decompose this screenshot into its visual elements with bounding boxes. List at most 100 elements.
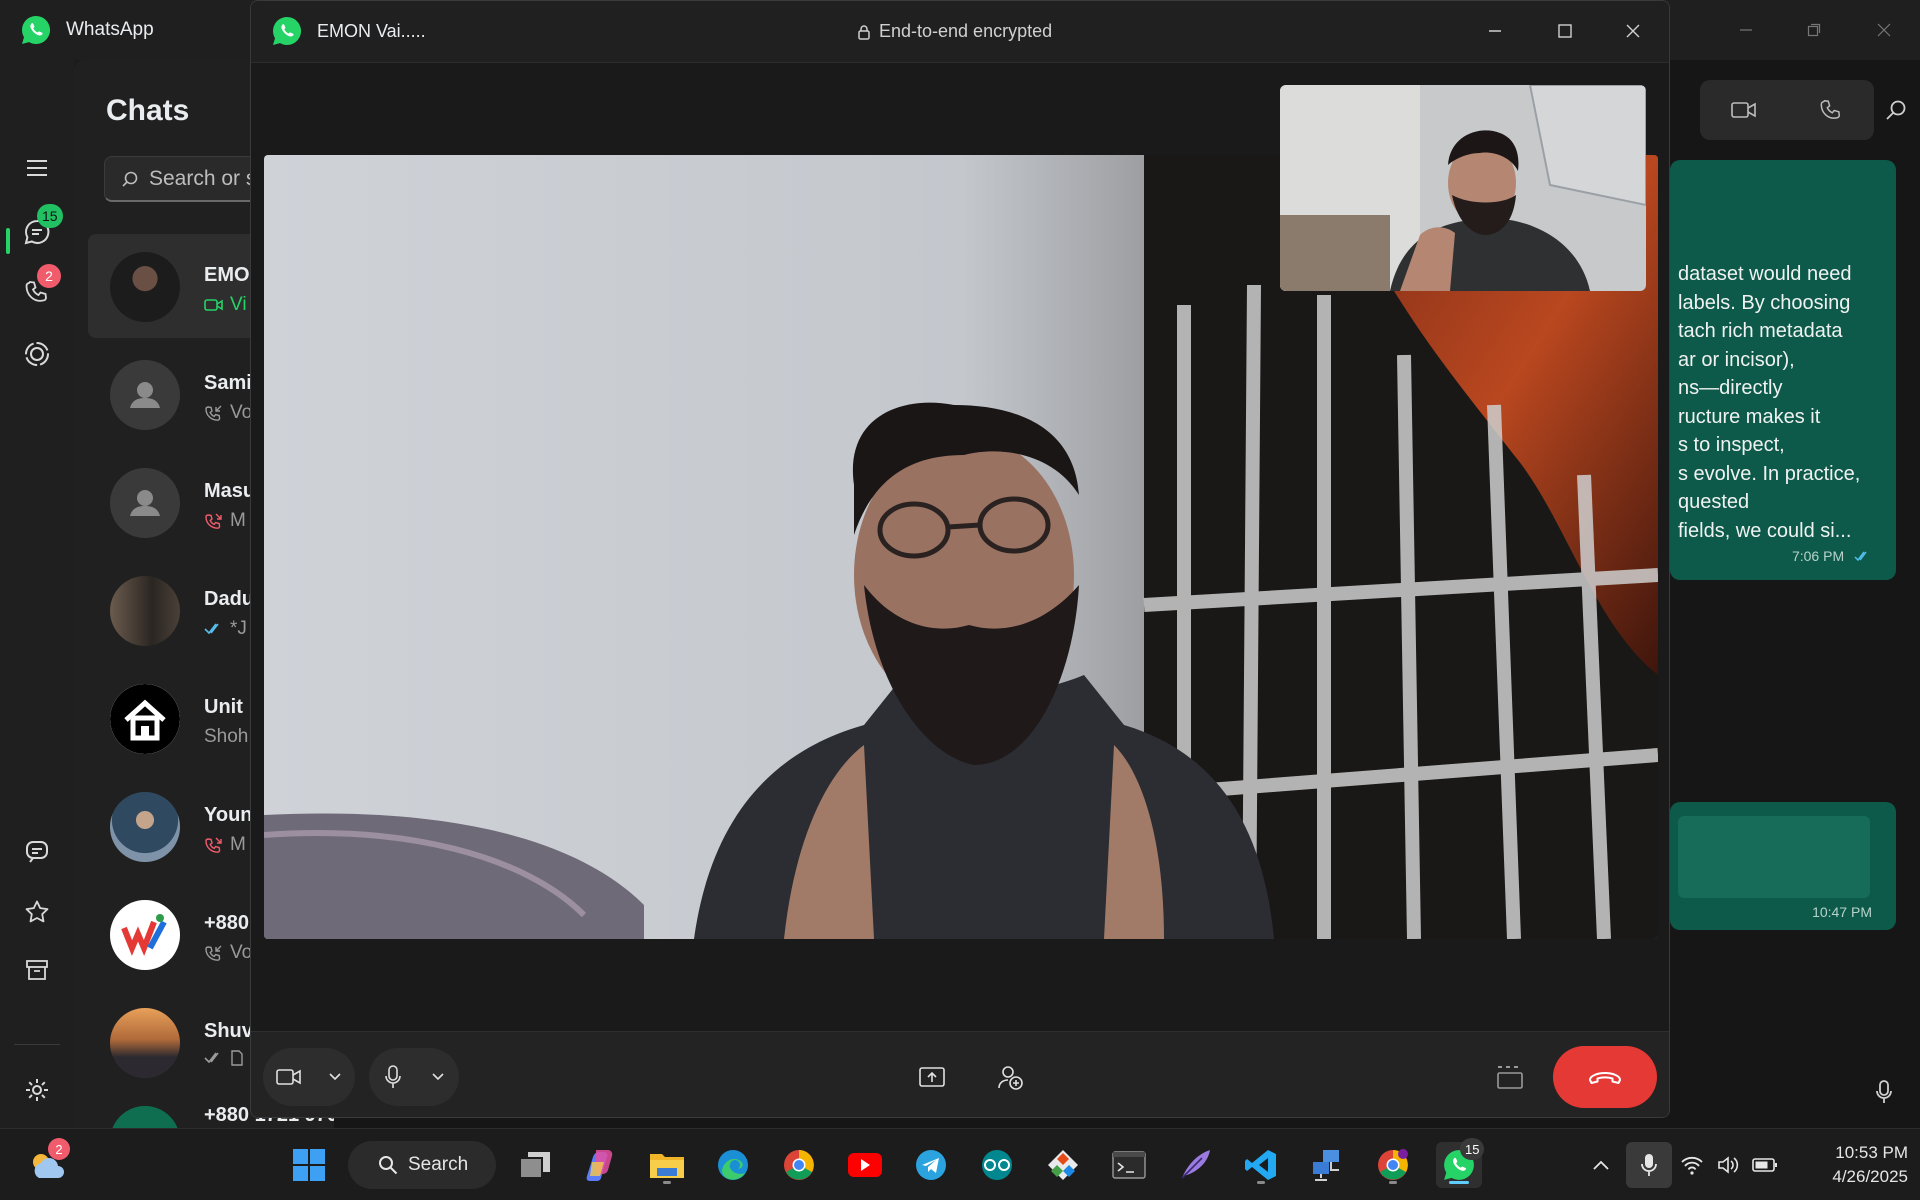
taskbar-app-terminal[interactable] [1106, 1142, 1152, 1188]
weather-widget[interactable]: 2 [24, 1138, 70, 1188]
restore-button[interactable] [1794, 10, 1834, 50]
rail-chats-button[interactable]: 15 [13, 204, 63, 256]
taskbar-app-telegram[interactable] [908, 1142, 954, 1188]
self-video-preview[interactable] [1280, 85, 1646, 291]
message-line: s evolve. In practice, [1678, 462, 1861, 485]
taskbar-app-youtube[interactable] [842, 1142, 888, 1188]
rail-divider [14, 1044, 60, 1045]
call-maximize-button[interactable] [1545, 11, 1585, 51]
taskbar-app-copilot[interactable] [576, 1142, 622, 1188]
microphone-icon [1876, 1080, 1892, 1103]
rail-archived-button[interactable] [13, 946, 61, 994]
rail-communities-button[interactable] [13, 828, 61, 876]
avatar [110, 900, 180, 970]
message-time: 10:47 PM [1812, 904, 1872, 920]
message-attachment[interactable] [1678, 816, 1870, 898]
microphone-in-use-indicator[interactable] [1626, 1142, 1672, 1188]
voice-message-button[interactable] [1864, 1072, 1904, 1112]
microphone-icon [1641, 1154, 1657, 1176]
chat-preview [204, 1050, 244, 1066]
taskbar-app-chrome[interactable] [776, 1142, 822, 1188]
video-camera-icon [276, 1069, 301, 1085]
video-call-window: EMON Vai..... End-to-end encrypted [250, 0, 1670, 1118]
camera-toggle-button[interactable] [276, 1067, 302, 1087]
message-bubble-outgoing[interactable]: 10:47 PM [1670, 802, 1896, 930]
close-button[interactable] [1864, 10, 1904, 50]
search-placeholder: Search or s [149, 166, 257, 190]
battery-icon [1751, 1158, 1777, 1172]
weather-badge: 2 [48, 1138, 70, 1160]
message-line: ns—directly [1678, 377, 1783, 399]
copilot-icon [586, 1150, 613, 1181]
taskbar-app-chrome-profile[interactable] [1370, 1142, 1416, 1188]
share-screen-button[interactable] [903, 1048, 961, 1106]
message-line: quested [1678, 491, 1750, 513]
clock[interactable]: 10:53 PM 4/26/2025 [1798, 1141, 1908, 1189]
chat-name: Dadu [204, 588, 254, 610]
camera-options-button[interactable] [328, 1072, 342, 1082]
message-line: s to inspect, [1678, 434, 1785, 456]
taskbar-app-whatsapp[interactable]: 15 [1436, 1138, 1485, 1188]
chat-preview: Shoh [204, 726, 249, 747]
taskbar-search-button[interactable]: Search [348, 1141, 496, 1189]
message-line: labels. By choosing [1678, 291, 1851, 314]
whatsapp-logo-icon [20, 14, 52, 46]
quick-settings-button[interactable] [1674, 1142, 1784, 1188]
rail-starred-button[interactable] [13, 888, 61, 936]
phone-icon [1820, 99, 1840, 119]
avatar [110, 792, 180, 862]
minimize-button[interactable] [1726, 10, 1766, 50]
menu-button[interactable] [13, 144, 61, 192]
chat-preview: M [204, 510, 246, 532]
search-icon [379, 1156, 398, 1175]
active-indicator [6, 228, 10, 254]
microphone-options-button[interactable] [431, 1072, 445, 1082]
taskbar-app-git-tool[interactable] [1040, 1142, 1086, 1188]
taskbar-app-vscode[interactable] [1238, 1142, 1284, 1188]
chat-name: EMO [204, 264, 250, 286]
communities-icon [26, 841, 48, 863]
add-participant-button[interactable] [981, 1048, 1039, 1106]
diamond-app-icon [1048, 1150, 1078, 1180]
chats-badge: 15 [37, 204, 63, 228]
call-controls-toolbar [251, 1031, 1669, 1117]
task-view-button[interactable] [512, 1142, 558, 1188]
search-icon [122, 171, 138, 187]
running-indicator [1257, 1181, 1265, 1184]
volume-icon [1718, 1156, 1739, 1174]
rail-calls-button[interactable]: 2 [13, 264, 61, 316]
call-titlebar: EMON Vai..... End-to-end encrypted [251, 1, 1669, 63]
video-call-button[interactable] [1700, 80, 1787, 140]
chat-preview: Vi [204, 294, 247, 316]
taskbar-app-feather[interactable] [1172, 1142, 1218, 1188]
clock-time: 10:53 PM [1835, 1143, 1908, 1162]
taskbar-app-network-tool[interactable] [1304, 1142, 1350, 1188]
star-icon [25, 900, 49, 923]
edge-browser-icon [718, 1150, 748, 1180]
chats-title: Chats [106, 94, 190, 127]
microphone-toggle-button[interactable] [384, 1064, 402, 1090]
call-close-button[interactable] [1613, 11, 1653, 51]
taskbar-app-file-explorer[interactable] [644, 1142, 690, 1188]
taskbar-app-arduino[interactable] [974, 1142, 1020, 1188]
task-view-icon [519, 1152, 550, 1179]
show-hidden-icons-button[interactable] [1578, 1142, 1624, 1188]
rail-status-button[interactable] [13, 330, 61, 378]
voice-call-button[interactable] [1787, 80, 1874, 140]
running-indicator [663, 1181, 671, 1184]
windows-logo-icon [293, 1149, 325, 1181]
whatsapp-logo-icon [271, 15, 303, 47]
conversation-search-button[interactable] [1876, 90, 1916, 130]
youtube-icon [848, 1153, 882, 1177]
rail-settings-button[interactable] [13, 1066, 61, 1114]
message-bubble-outgoing[interactable]: dataset would need labels. By choosing t… [1670, 160, 1896, 580]
taskbar-app-edge[interactable] [710, 1142, 756, 1188]
layout-button[interactable] [1481, 1048, 1539, 1106]
folder-icon [650, 1154, 684, 1178]
call-minimize-button[interactable] [1475, 11, 1515, 51]
telegram-icon [916, 1150, 946, 1180]
end-call-button[interactable] [1553, 1046, 1657, 1108]
call-contact-name: EMON Vai..... [317, 21, 426, 41]
start-button[interactable] [286, 1142, 332, 1188]
status-icon [25, 342, 49, 366]
